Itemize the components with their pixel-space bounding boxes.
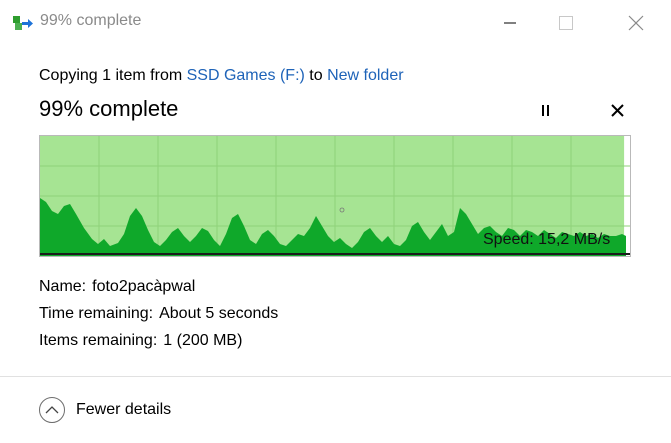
- maximize-button: [543, 0, 589, 46]
- name-label: Name:: [39, 278, 87, 295]
- graph-baseline: [40, 253, 630, 255]
- close-window-button[interactable]: [613, 0, 659, 46]
- chevron-up-icon: [39, 397, 65, 423]
- window-title: 99% complete: [40, 12, 142, 29]
- pause-button[interactable]: [530, 98, 560, 124]
- fewer-details-button[interactable]: Fewer details: [39, 396, 171, 424]
- detail-time-remaining: Time remaining: About 5 seconds: [39, 305, 278, 323]
- cancel-button[interactable]: [603, 98, 633, 124]
- fewer-details-label: Fewer details: [76, 401, 172, 418]
- items-remaining-label: Items remaining:: [39, 332, 158, 349]
- source-link[interactable]: SSD Games (F:): [187, 67, 305, 84]
- detail-items-remaining: Items remaining: 1 (200 MB): [39, 332, 242, 350]
- minimize-button[interactable]: [487, 0, 533, 46]
- destination-link[interactable]: New folder: [327, 67, 403, 84]
- close-icon: [628, 15, 644, 31]
- name-value: foto2pacàpwal: [92, 278, 196, 295]
- progress-percent: 99% complete: [39, 96, 179, 121]
- time-remaining-label: Time remaining:: [39, 305, 154, 322]
- copy-description: Copying 1 item from SSD Games (F:) to Ne…: [39, 67, 404, 85]
- copy-arrow-icon: [12, 14, 34, 32]
- speed-label: Speed: 15,2 MB/s: [483, 231, 611, 248]
- copy-prefix: Copying 1 item from: [39, 67, 187, 84]
- title-bar: 99% complete: [0, 0, 671, 46]
- pause-icon: [542, 105, 549, 116]
- footer-divider: [0, 376, 671, 377]
- items-remaining-value: 1 (200 MB): [163, 332, 243, 349]
- time-remaining-value: About 5 seconds: [159, 305, 279, 322]
- copy-connector: to: [304, 67, 328, 84]
- cancel-icon: [611, 104, 624, 117]
- detail-name: Name: foto2pacàpwal: [39, 278, 195, 296]
